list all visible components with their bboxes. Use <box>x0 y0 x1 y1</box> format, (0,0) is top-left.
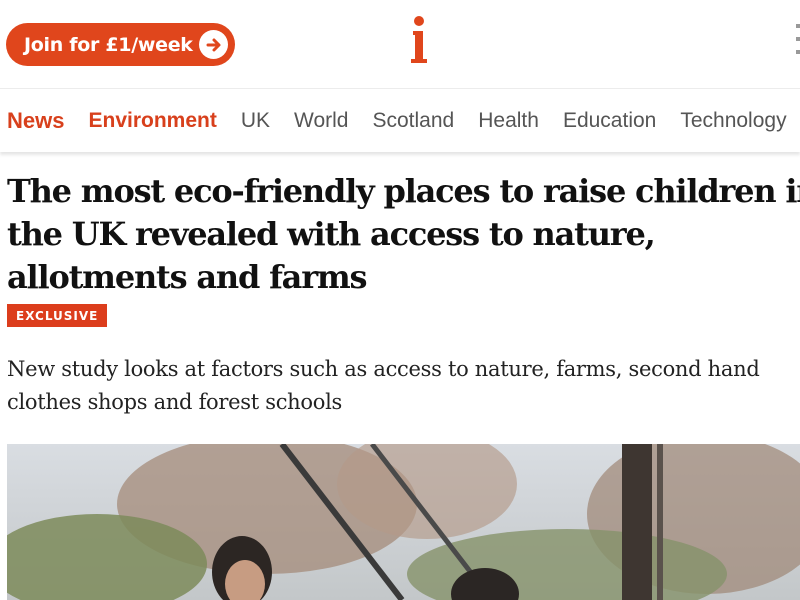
headline-line: the UK revealed with access to nature, <box>7 215 656 253</box>
nav-item-environment[interactable]: Environment <box>88 109 216 133</box>
standfirst-line: New study looks at factors such as acces… <box>7 357 760 381</box>
section-nav: News Environment UK World Scotland Healt… <box>0 88 800 152</box>
standfirst-line: clothes shops and forest schools <box>7 390 342 414</box>
site-header: Join for £1/week <box>0 0 800 88</box>
headline-line: allotments and farms <box>7 258 368 296</box>
headline-line: The most eco-friendly places to raise ch… <box>7 172 800 210</box>
article-headline: The most eco-friendly places to raise ch… <box>7 170 800 299</box>
nav-item-news[interactable]: News <box>7 108 64 134</box>
article-standfirst: New study looks at factors such as acces… <box>7 353 800 419</box>
nav-item-scotland[interactable]: Scotland <box>373 109 455 133</box>
site-logo[interactable] <box>406 14 432 64</box>
nav-item-technology[interactable]: Technology <box>680 109 786 133</box>
nav-item-world[interactable]: World <box>294 109 348 133</box>
arrow-right-circle-icon <box>199 30 228 59</box>
nav-item-education[interactable]: Education <box>563 109 656 133</box>
hero-photo <box>7 444 800 600</box>
exclusive-badge: EXCLUSIVE <box>7 304 108 327</box>
nav-item-uk[interactable]: UK <box>241 109 270 133</box>
menu-dots-icon[interactable] <box>794 22 800 56</box>
nav-item-health[interactable]: Health <box>478 109 539 133</box>
join-button-label: Join for £1/week <box>24 33 193 56</box>
article-hero-image <box>7 444 800 600</box>
join-subscription-button[interactable]: Join for £1/week <box>6 23 235 66</box>
